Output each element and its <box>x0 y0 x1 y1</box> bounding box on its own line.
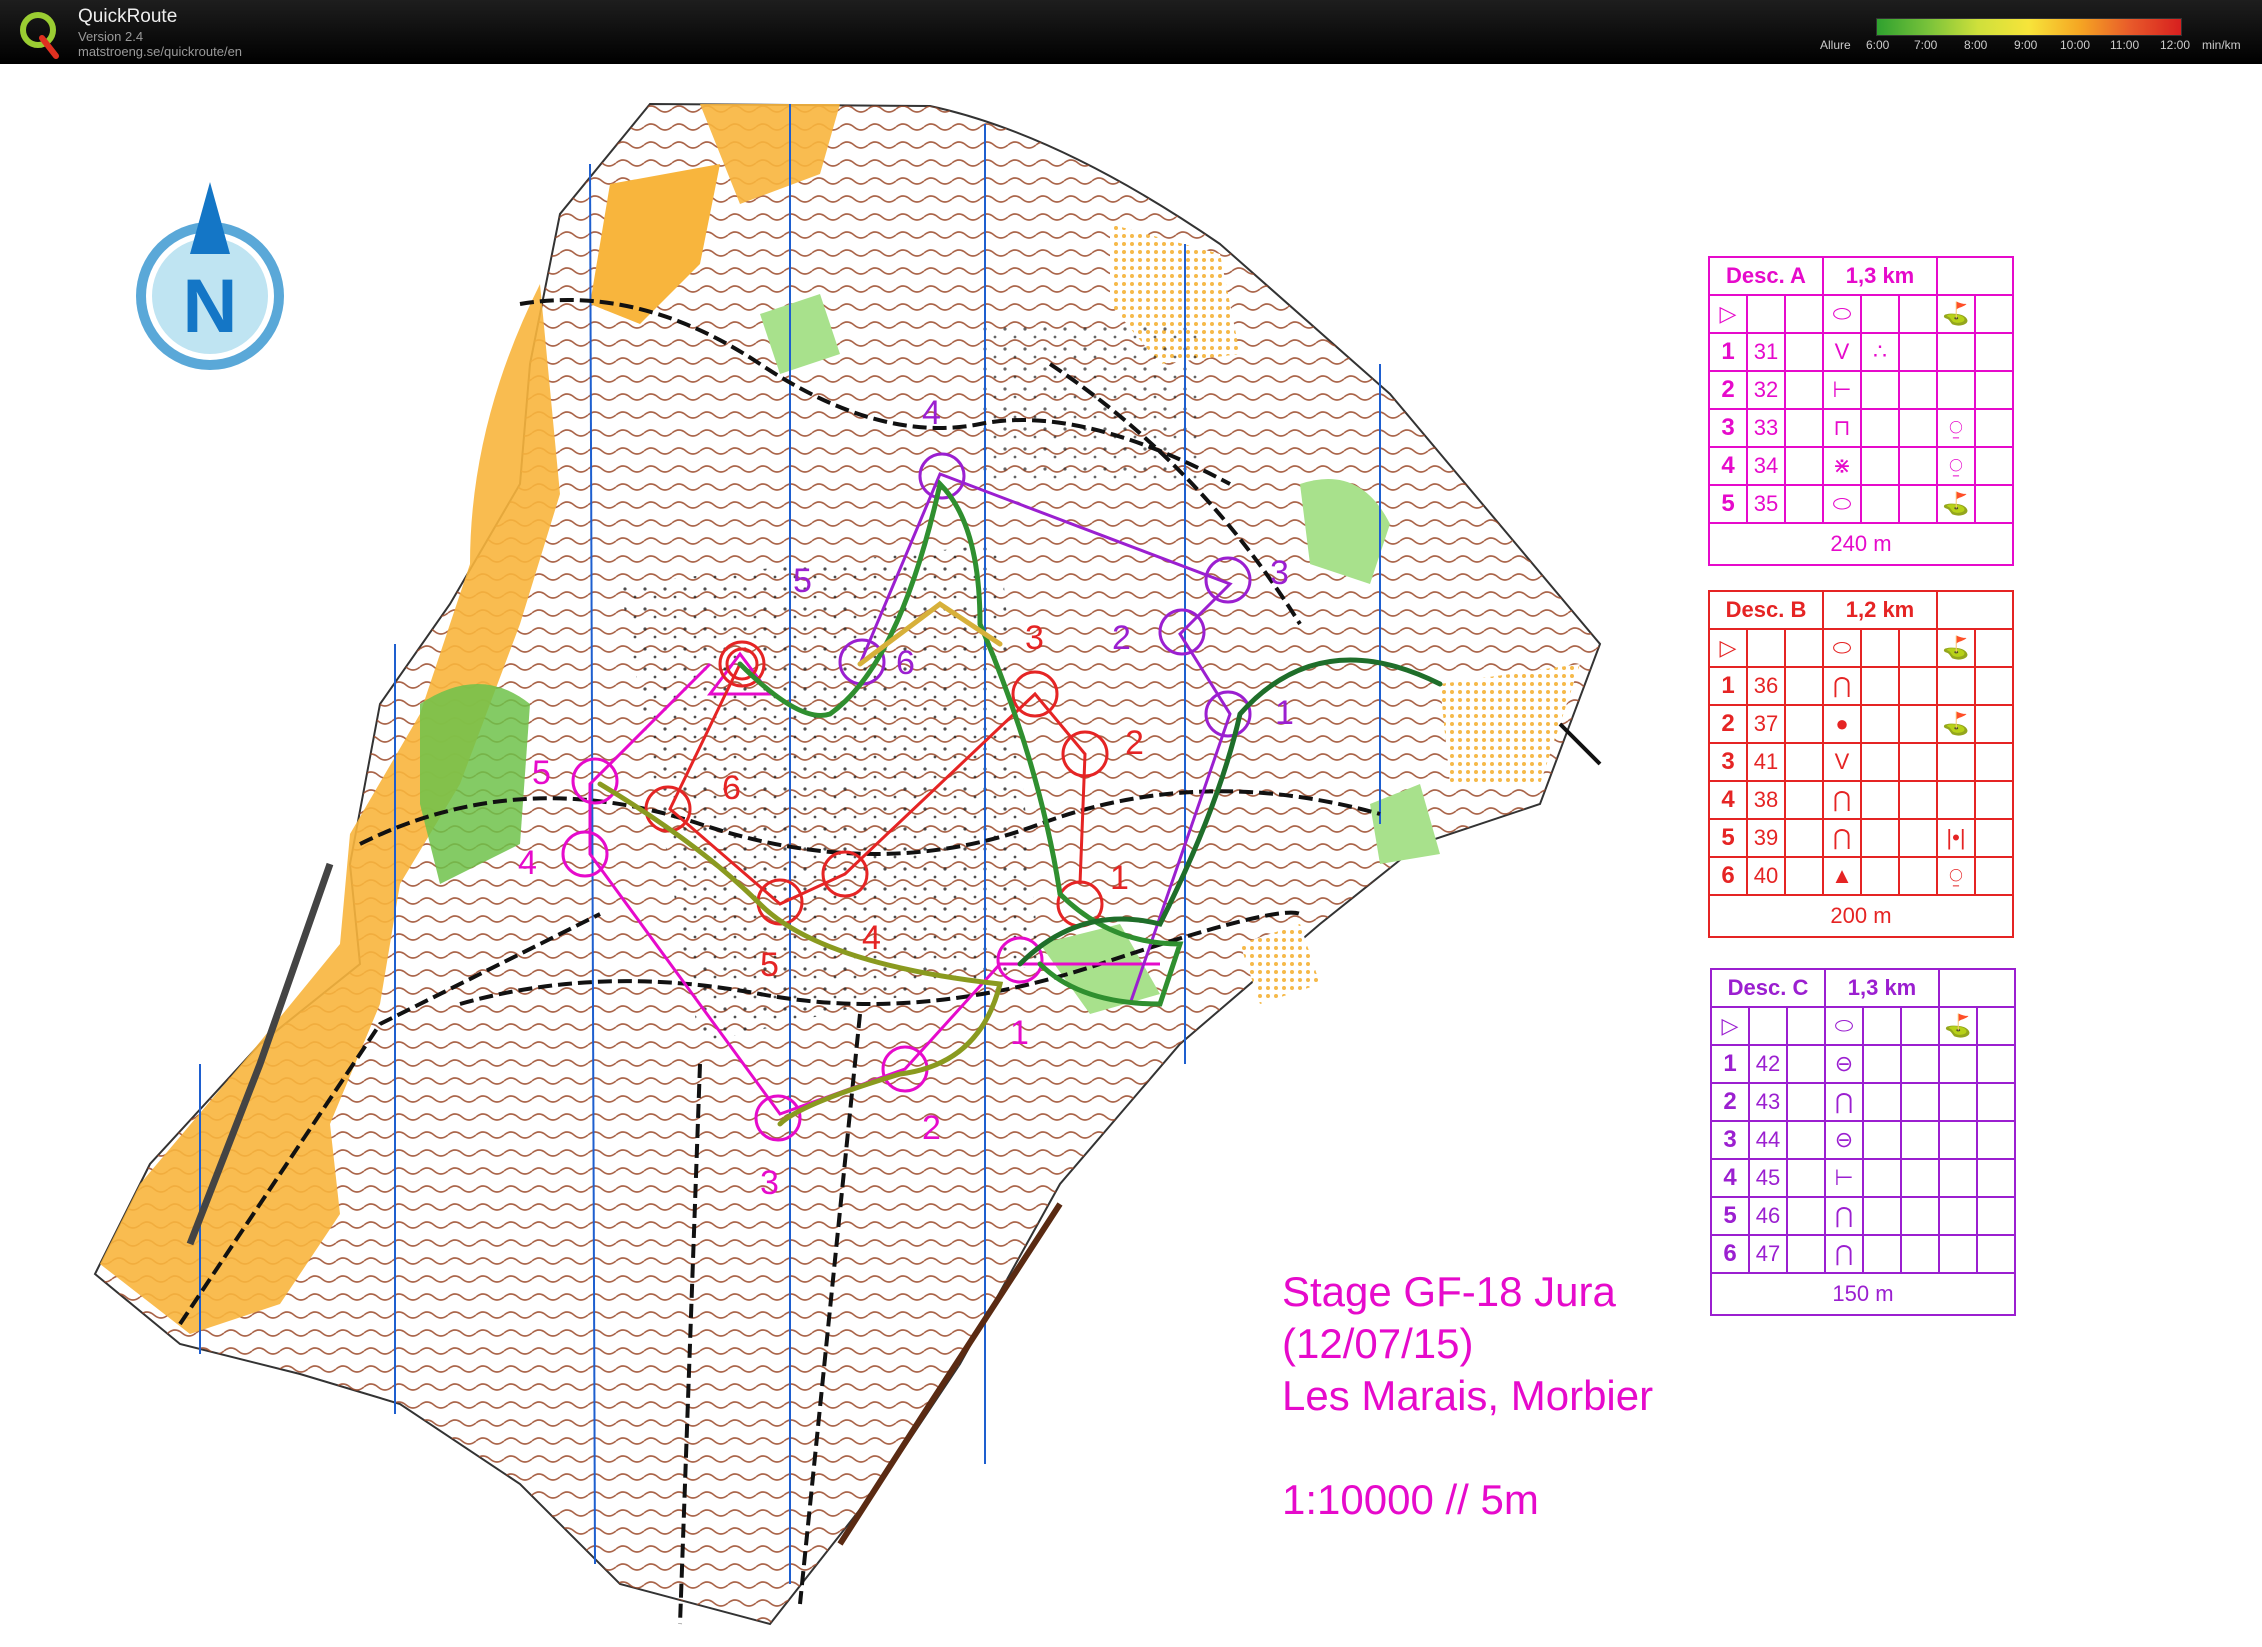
course-b-label: 1 <box>1110 859 1129 897</box>
app-name: QuickRoute <box>78 6 178 27</box>
pace-tick: 8:00 <box>1964 38 1988 52</box>
course-c-label: 4 <box>922 394 941 432</box>
start-triangle-icon: ▷ <box>1708 628 1748 668</box>
app-url: matstroeng.se/quickroute/en <box>78 44 243 59</box>
app-header: QuickRoute Version 2.4 matstroeng.se/qui… <box>0 0 2262 64</box>
pace-tick: 9:00 <box>2014 38 2038 52</box>
course-a-label: 5 <box>532 754 551 792</box>
course-b-label: 5 <box>760 946 779 984</box>
course-b-label: 2 <box>1125 724 1144 762</box>
start-triangle-icon: ▷ <box>1710 1006 1750 1046</box>
pace-tick: 7:00 <box>1914 38 1938 52</box>
course-c-label: 6 <box>896 644 915 682</box>
pace-tick: 10:00 <box>2060 38 2091 52</box>
course-c-label: 1 <box>1275 694 1294 732</box>
map-title-line: Les Marais, Morbier <box>1282 1372 1654 1419</box>
pace-scale-label: Allure <box>1820 38 1851 52</box>
description-sheet-c: Desc. C 1,3 km ▷ ⬭ ⛳ 1 42 ⊖ 2 43 ⋂ 3 44 ⊖ 4 45 ⊢ … <box>1710 968 2016 1316</box>
map-title-line: (12/07/15) <box>1282 1320 1474 1367</box>
pace-tick: 6:00 <box>1866 38 1890 52</box>
finish-distance: 150 m <box>1710 1272 2016 1316</box>
finish-distance: 200 m <box>1708 894 2014 938</box>
course-b-label: 3 <box>1025 619 1044 657</box>
map-title-line: Stage GF-18 Jura <box>1282 1268 1616 1315</box>
description-sheet-a: Desc. A 1,3 km ▷ ⬭ ⛳ 1 31 V ∴ 2 32 ⊢ 3 33 ⊓ ⍜ 4 34… <box>1708 256 2014 566</box>
map-title: Stage GF-18 Jura (12/07/15) Les Marais, … <box>1282 1266 1653 1422</box>
map-scale: 1:10000 // 5m <box>1282 1476 1539 1523</box>
course-c-label: 5 <box>793 562 812 600</box>
course-b-label: 6 <box>722 769 741 807</box>
desc-name: Desc. B <box>1708 590 1824 630</box>
desc-name: Desc. A <box>1708 256 1824 296</box>
course-a-label: 1 <box>1010 1014 1029 1052</box>
pace-unit: min/km <box>2202 38 2241 52</box>
map-canvas[interactable]: 1 2 3 4 5 1 2 3 4 5 6 1 2 3 4 5 6 N Stag… <box>0 64 2262 1642</box>
desc-name: Desc. C <box>1710 968 1826 1008</box>
pace-tick: 12:00 <box>2160 38 2191 52</box>
course-a-label: 2 <box>922 1109 941 1147</box>
north-label: N <box>183 264 238 349</box>
course-a-label: 3 <box>760 1164 779 1202</box>
course-c-label: 2 <box>1112 619 1131 657</box>
symbol-icon: ⬭ <box>1822 294 1862 334</box>
course-b-label: 4 <box>862 919 881 957</box>
course-a-label: 4 <box>518 844 537 882</box>
pace-tick: 11:00 <box>2110 38 2140 52</box>
course-c-label: 3 <box>1270 554 1289 592</box>
finish-distance: 240 m <box>1708 522 2014 566</box>
description-sheet-b: Desc. B 1,2 km ▷ ⬭ ⛳ 1 36 ⋂ 2 37 ● ⛳ 3 41 V 4 38 ⋂… <box>1708 590 2014 938</box>
symbol-icon: ⛳ <box>1936 294 1976 334</box>
quickroute-logo-icon <box>20 12 59 59</box>
desc-length: 1,3 km <box>1822 256 1938 296</box>
north-arrow-icon: N <box>136 182 284 370</box>
pace-color-bar <box>1876 18 2182 36</box>
start-triangle-icon: ▷ <box>1708 294 1748 334</box>
desc-length: 1,2 km <box>1822 590 1938 630</box>
desc-length: 1,3 km <box>1824 968 1940 1008</box>
app-version: Version 2.4 <box>78 29 144 44</box>
